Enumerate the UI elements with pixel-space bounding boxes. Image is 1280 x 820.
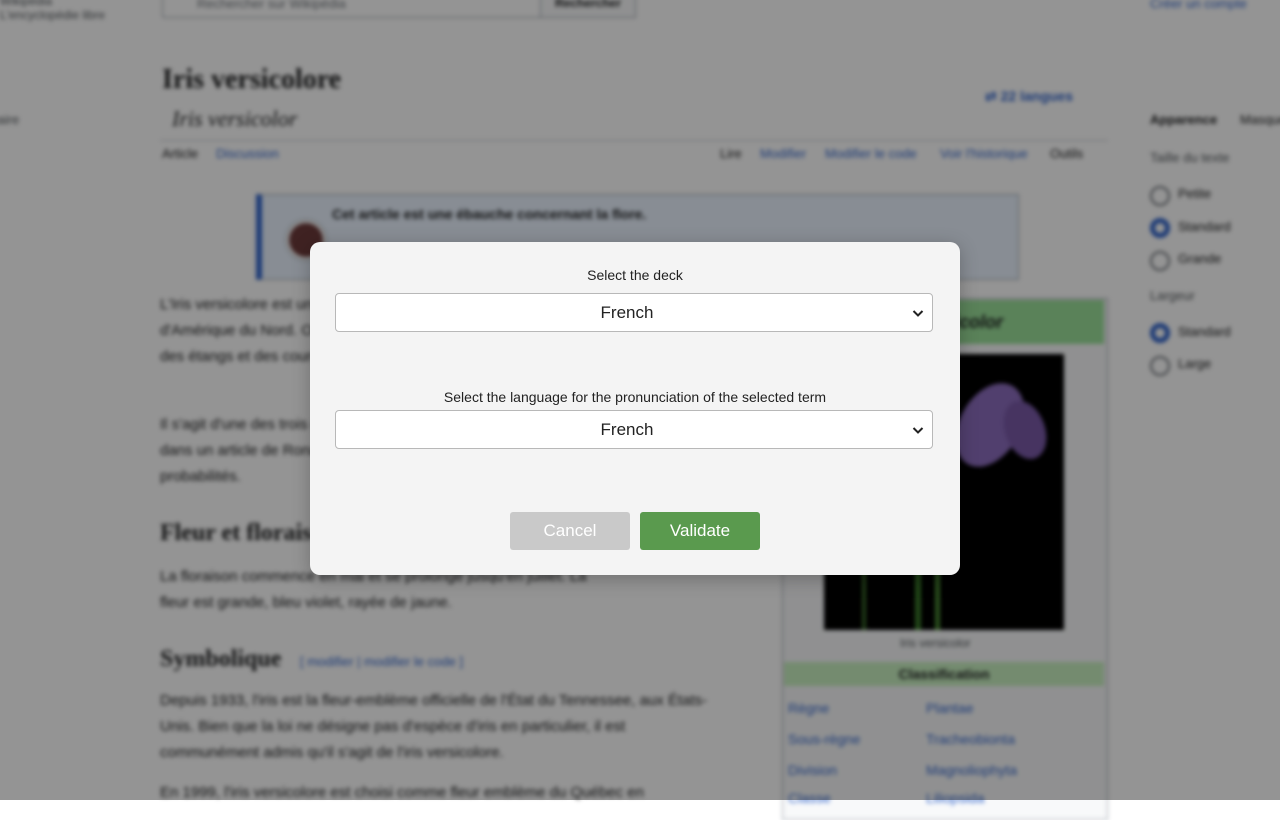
deck-selection-dialog: Select the deck French Select the langua… bbox=[310, 242, 960, 575]
cancel-button[interactable]: Cancel bbox=[510, 512, 630, 550]
language-label: Select the language for the pronunciatio… bbox=[443, 389, 827, 405]
deck-select-value: French bbox=[600, 302, 654, 322]
language-select[interactable]: French bbox=[335, 410, 933, 449]
validate-button[interactable]: Validate bbox=[640, 512, 760, 550]
language-select-value: French bbox=[600, 419, 654, 439]
chevron-down-icon bbox=[912, 427, 924, 434]
deck-select[interactable]: French bbox=[335, 293, 933, 332]
chevron-down-icon bbox=[912, 310, 924, 317]
deck-label: Select the deck bbox=[587, 267, 683, 283]
